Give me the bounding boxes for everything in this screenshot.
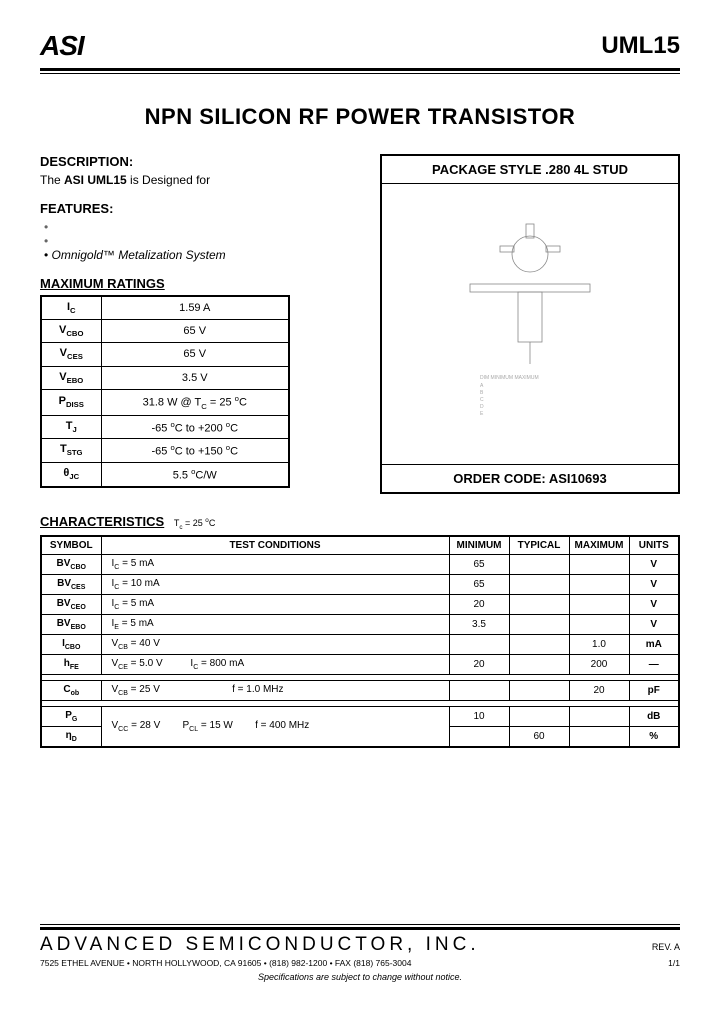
max-ratings-heading: MAXIMUM RATINGS bbox=[40, 276, 360, 291]
table-row: PDISS31.8 W @ TC = 25 oC bbox=[41, 389, 289, 415]
table-row: VCBO65 V bbox=[41, 320, 289, 343]
company-address: 7525 ETHEL AVENUE • NORTH HOLLYWOOD, CA … bbox=[40, 958, 411, 968]
table-row: VCES65 V bbox=[41, 343, 289, 366]
table-row: CobVCB = 25 V f = 1.0 MHz20pF bbox=[41, 680, 679, 700]
table-row: BVCBOIC = 5 mA65V bbox=[41, 554, 679, 574]
characteristics-table: SYMBOL TEST CONDITIONS MINIMUM TYPICAL M… bbox=[40, 535, 680, 748]
table-row: BVEBOIE = 5 mA3.5V bbox=[41, 614, 679, 634]
table-row: TSTG-65 oC to +150 oC bbox=[41, 439, 289, 463]
logo: ASI bbox=[40, 30, 84, 62]
svg-text:C: C bbox=[480, 397, 484, 403]
svg-text:B: B bbox=[480, 390, 484, 396]
package-title: PACKAGE STYLE .280 4L STUD bbox=[382, 156, 678, 184]
package-box: PACKAGE STYLE .280 4L STUD bbox=[380, 154, 680, 494]
header-rule-thick bbox=[40, 68, 680, 71]
features-list: Omnigold™ Metalization System bbox=[40, 220, 360, 262]
header: ASI UML15 bbox=[40, 30, 680, 66]
table-row: θJC5.5 oC/W bbox=[41, 462, 289, 486]
table-row: VEBO3.5 V bbox=[41, 366, 289, 389]
table-header-row: SYMBOL TEST CONDITIONS MINIMUM TYPICAL M… bbox=[41, 536, 679, 555]
characteristics-heading: CHARACTERISTICS Tc = 25 oC bbox=[40, 514, 680, 531]
feature-item bbox=[44, 234, 360, 248]
svg-text:A: A bbox=[480, 383, 484, 389]
table-row: BVCESIC = 10 mA65V bbox=[41, 574, 679, 594]
table-row: hFEVCE = 5.0 V IC = 800 mA20200— bbox=[41, 654, 679, 674]
feature-item: Omnigold™ Metalization System bbox=[44, 248, 360, 262]
features-heading: FEATURES: bbox=[40, 201, 360, 216]
svg-text:DIM MINIMUM MAXIMUM: DIM MINIMUM MAXIMUM bbox=[480, 375, 539, 381]
desc-suffix: is Designed for bbox=[127, 173, 210, 187]
desc-prefix: The bbox=[40, 173, 64, 187]
disclaimer: Specifications are subject to change wit… bbox=[40, 972, 680, 982]
order-code: ORDER CODE: ASI10693 bbox=[382, 464, 678, 492]
svg-text:D: D bbox=[480, 404, 484, 410]
table-row: TJ-65 oC to +200 oC bbox=[41, 415, 289, 439]
company-name: ADVANCED SEMICONDUCTOR, INC. bbox=[40, 934, 480, 956]
page-title: NPN SILICON RF POWER TRANSISTOR bbox=[40, 104, 680, 130]
revision: REV. A bbox=[652, 942, 680, 952]
table-row: ICBOVCB = 40 V1.0mA bbox=[41, 634, 679, 654]
package-drawing: DIM MINIMUM MAXIMUM AB CD E bbox=[382, 184, 678, 464]
desc-bold: ASI UML15 bbox=[64, 173, 127, 187]
page-number: 1/1 bbox=[668, 958, 680, 968]
table-row: IC1.59 A bbox=[41, 296, 289, 320]
description-heading: DESCRIPTION: bbox=[40, 154, 360, 169]
part-number: UML15 bbox=[601, 32, 680, 60]
footer: ADVANCED SEMICONDUCTOR, INC. REV. A 7525… bbox=[40, 924, 680, 982]
package-outline-icon: DIM MINIMUM MAXIMUM AB CD E bbox=[430, 214, 630, 434]
feature-item bbox=[44, 220, 360, 234]
table-row: PGVCC = 28 V PCL = 15 W f = 400 MHz10dB bbox=[41, 706, 679, 726]
max-ratings-table: IC1.59 A VCBO65 V VCES65 V VEBO3.5 V PDI… bbox=[40, 295, 290, 488]
header-rule-thin bbox=[40, 73, 680, 74]
svg-text:E: E bbox=[480, 411, 484, 417]
table-row: BVCEOIC = 5 mA20V bbox=[41, 594, 679, 614]
description-text: The ASI UML15 is Designed for bbox=[40, 173, 360, 187]
